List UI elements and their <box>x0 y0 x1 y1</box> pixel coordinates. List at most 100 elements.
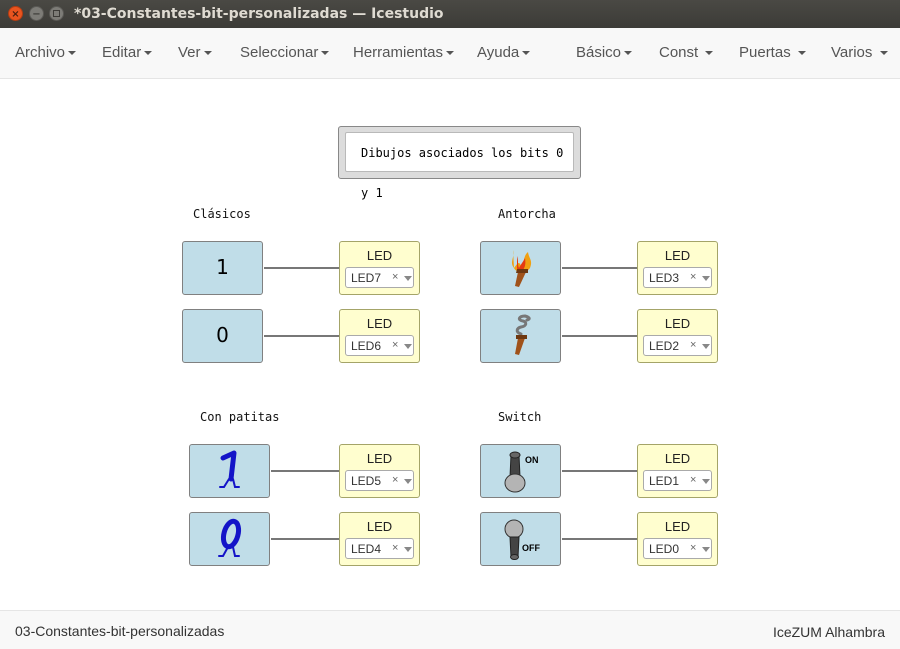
led-pin-value: LED1 <box>649 474 680 488</box>
menu-const[interactable]: Const <box>659 44 714 61</box>
chevron-down-icon[interactable] <box>702 276 710 281</box>
window-titlebar: × − *03-Constantes-bit-personalizadas — … <box>0 0 900 28</box>
led-block-led7[interactable]: LED LED7 × <box>339 241 420 295</box>
menu-puertas[interactable]: Puertas <box>739 44 806 61</box>
led-pin-value: LED5 <box>351 474 382 488</box>
clear-icon[interactable]: × <box>690 474 696 486</box>
chevron-down-icon[interactable] <box>404 479 412 484</box>
constant-block-antorcha-1[interactable] <box>480 241 561 295</box>
menu-archivo[interactable]: Archivo <box>15 44 77 61</box>
led-block-led3[interactable]: LED LED3 × <box>637 241 718 295</box>
chevron-down-icon[interactable] <box>702 479 710 484</box>
clear-icon[interactable]: × <box>392 542 398 554</box>
menu-editar[interactable]: Editar <box>102 44 153 61</box>
group-label-antorcha: Antorcha <box>498 207 556 221</box>
menu-basico[interactable]: Básico <box>576 44 633 61</box>
wire[interactable] <box>264 335 339 337</box>
chevron-down-icon <box>446 51 455 56</box>
led-pin-select[interactable]: LED6 × <box>345 335 414 356</box>
switch-on-icon: ON <box>504 451 539 493</box>
lit-torch-icon <box>511 250 532 287</box>
menu-ver[interactable]: Ver <box>178 44 212 61</box>
led-pin-value: LED3 <box>649 271 680 285</box>
clear-icon[interactable]: × <box>690 339 696 351</box>
led-title: LED <box>366 519 393 534</box>
constant-value: 1 <box>216 255 229 279</box>
status-filename: 03-Constantes-bit-personalizadas <box>15 623 225 639</box>
wire[interactable] <box>562 538 637 540</box>
maximize-icon[interactable] <box>49 6 64 21</box>
led-block-led4[interactable]: LED LED4 × <box>339 512 420 566</box>
chevron-down-icon <box>321 51 330 56</box>
led-block-led6[interactable]: LED LED6 × <box>339 309 420 363</box>
zero-with-legs-icon <box>218 518 242 557</box>
wire[interactable] <box>562 470 637 472</box>
led-pin-value: LED2 <box>649 339 680 353</box>
constant-block-switch-0[interactable]: OFF <box>480 512 561 566</box>
led-title: LED <box>664 316 691 331</box>
led-pin-value: LED7 <box>351 271 382 285</box>
menu-seleccionar[interactable]: Seleccionar <box>240 44 330 61</box>
menu-ver-label: Ver <box>178 44 201 61</box>
constant-block-clasicos-1[interactable]: 1 <box>182 241 263 295</box>
menu-archivo-label: Archivo <box>15 44 66 61</box>
led-title: LED <box>664 248 691 263</box>
led-block-led5[interactable]: LED LED5 × <box>339 444 420 498</box>
clear-icon[interactable]: × <box>392 339 398 351</box>
menu-const-label: Const <box>659 44 699 61</box>
design-canvas[interactable]: Dibujos asociados los bits 0 y 1 Clásico… <box>0 79 900 610</box>
menu-varios[interactable]: Varios <box>831 44 888 61</box>
statusbar: 03-Constantes-bit-personalizadas IceZUM … <box>0 610 900 649</box>
wire[interactable] <box>271 538 339 540</box>
menu-herramientas[interactable]: Herramientas <box>353 44 455 61</box>
led-pin-select[interactable]: LED1 × <box>643 470 712 491</box>
led-pin-select[interactable]: LED7 × <box>345 267 414 288</box>
switch-off-label: OFF <box>522 543 540 553</box>
wire[interactable] <box>264 267 339 269</box>
status-board[interactable]: IceZUM Alhambra <box>773 624 885 640</box>
chevron-down-icon <box>203 51 212 56</box>
wire[interactable] <box>562 335 637 337</box>
chevron-down-icon[interactable] <box>702 344 710 349</box>
led-title: LED <box>664 519 691 534</box>
led-block-led0[interactable]: LED LED0 × <box>637 512 718 566</box>
led-pin-select[interactable]: LED3 × <box>643 267 712 288</box>
menu-seleccionar-label: Seleccionar <box>240 44 319 61</box>
led-title: LED <box>366 316 393 331</box>
led-pin-select[interactable]: LED4 × <box>345 538 414 559</box>
wire[interactable] <box>271 470 339 472</box>
led-block-led2[interactable]: LED LED2 × <box>637 309 718 363</box>
constant-block-antorcha-0[interactable] <box>480 309 561 363</box>
group-label-clasicos: Clásicos <box>193 207 251 221</box>
led-block-led1[interactable]: LED LED1 × <box>637 444 718 498</box>
clear-icon[interactable]: × <box>392 474 398 486</box>
menu-basico-label: Básico <box>576 44 622 61</box>
constant-block-switch-1[interactable]: ON <box>480 444 561 498</box>
chevron-down-icon[interactable] <box>404 276 412 281</box>
chevron-down-icon <box>624 51 633 56</box>
group-label-con-patitas: Con patitas <box>200 410 280 424</box>
led-pin-select[interactable]: LED2 × <box>643 335 712 356</box>
info-text: Dibujos asociados los bits 0 y 1 <box>345 132 574 200</box>
switch-on-label: ON <box>525 455 539 465</box>
constant-block-patitas-0[interactable] <box>189 512 270 566</box>
menu-ayuda[interactable]: Ayuda <box>477 44 531 61</box>
menu-herramientas-label: Herramientas <box>353 44 444 61</box>
led-pin-select[interactable]: LED5 × <box>345 470 414 491</box>
chevron-down-icon <box>144 51 153 56</box>
led-pin-select[interactable]: LED0 × <box>643 538 712 559</box>
constant-block-clasicos-0[interactable]: 0 <box>182 309 263 363</box>
clear-icon[interactable]: × <box>392 271 398 283</box>
chevron-down-icon[interactable] <box>702 547 710 552</box>
menubar: Archivo Editar Ver Seleccionar Herramien… <box>0 28 900 79</box>
constant-block-patitas-1[interactable] <box>189 444 270 498</box>
info-block[interactable]: Dibujos asociados los bits 0 y 1 <box>338 126 581 200</box>
clear-icon[interactable]: × <box>690 542 696 554</box>
led-title: LED <box>664 451 691 466</box>
close-icon[interactable]: × <box>8 6 23 21</box>
clear-icon[interactable]: × <box>690 271 696 283</box>
chevron-down-icon[interactable] <box>404 344 412 349</box>
wire[interactable] <box>562 267 637 269</box>
minimize-icon[interactable]: − <box>29 6 44 21</box>
chevron-down-icon[interactable] <box>404 547 412 552</box>
